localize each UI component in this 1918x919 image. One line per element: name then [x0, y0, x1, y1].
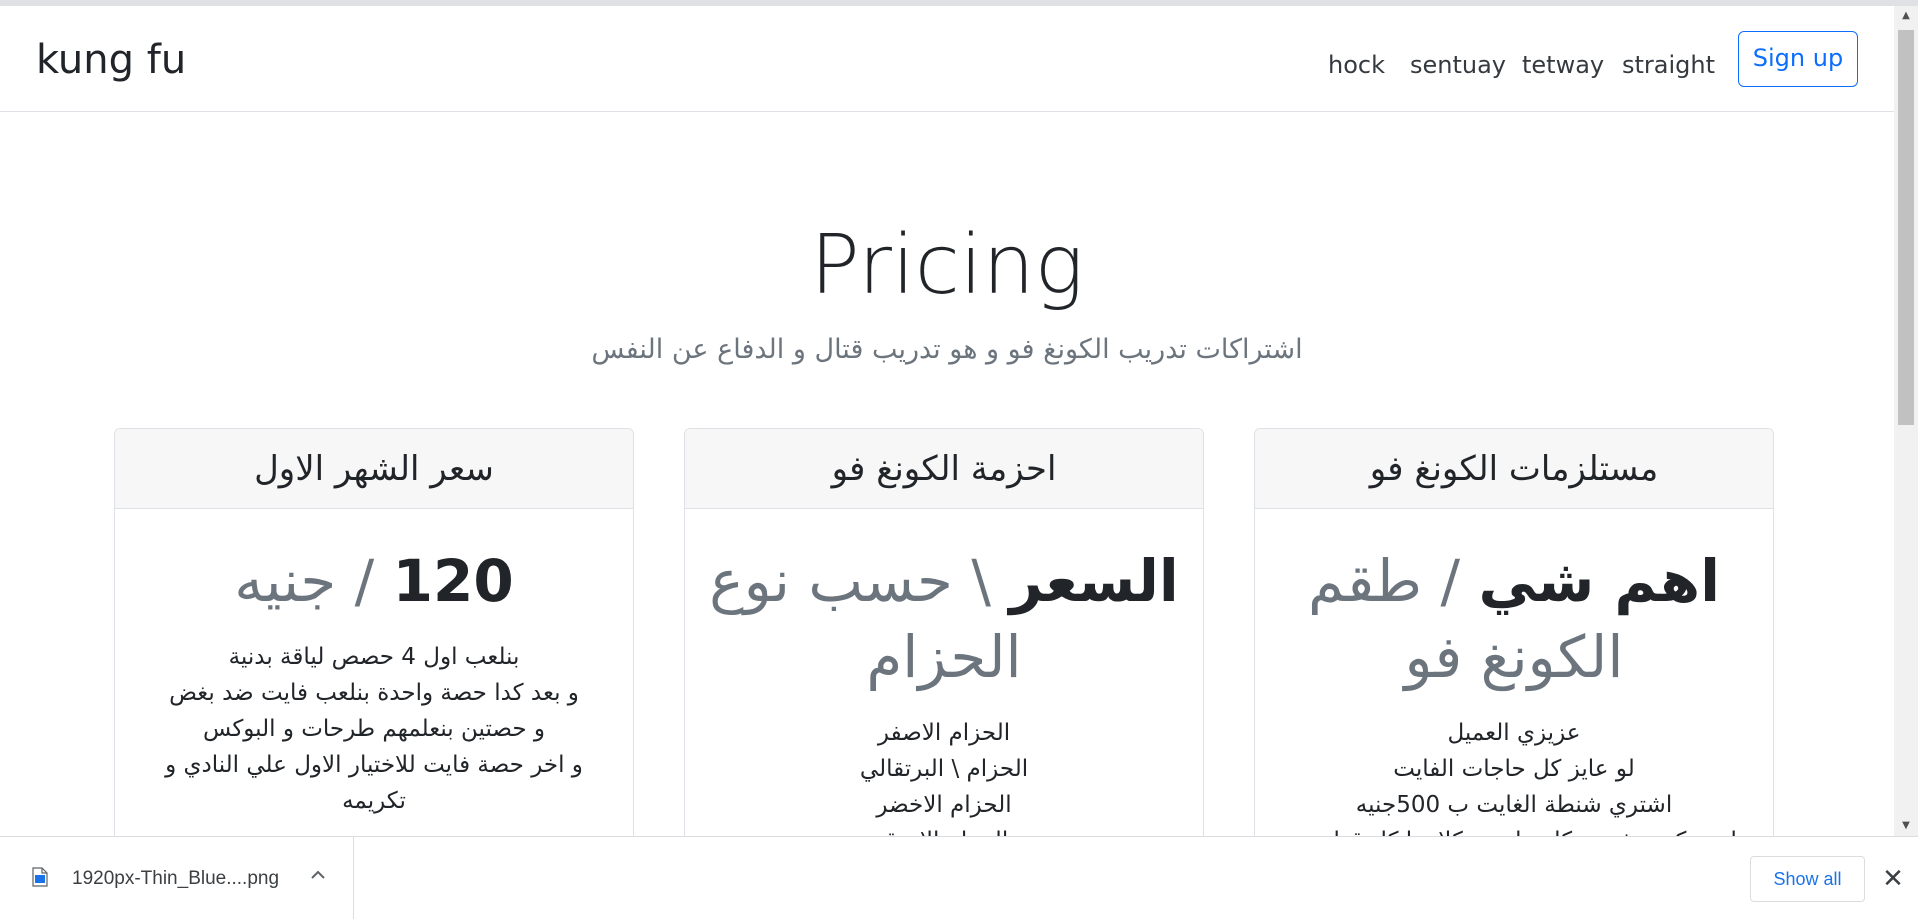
list-item: و اخر حصة فايت للاختيار الاول علي النادي…	[165, 752, 583, 814]
show-all-button[interactable]: Show all	[1750, 856, 1865, 902]
list-item: الحزام \ البرتقالي	[859, 756, 1029, 782]
pricing-card-gear: مستلزمات الكونغ فو اهم شي / طقم الكونغ ف…	[1254, 428, 1774, 836]
card-price-strong: اهم شي	[1478, 547, 1721, 615]
scroll-down-arrow-icon[interactable]: ▼	[1894, 816, 1918, 836]
page-subtitle: اشتراكات تدريب الكونغ فو و هو تدريب قتال…	[591, 334, 1303, 365]
card-price-title: اهم شي / طقم الكونغ فو	[1255, 543, 1773, 695]
page-viewport: kung fu hock sentuay tetway straight Sig…	[0, 6, 1894, 836]
list-item: الحزام الاخضر	[876, 792, 1012, 818]
signup-button[interactable]: Sign up	[1738, 31, 1858, 87]
brand-logo[interactable]: kung fu	[36, 36, 186, 84]
card-feature-list: بنلعب اول 4 حصص لياقة بدنية و بعد كدا حص…	[115, 639, 633, 819]
card-header: احزمة الكونغ فو	[685, 429, 1203, 509]
card-feature-list: الحزام الاصفر الحزام \ البرتقالي الحزام …	[685, 715, 1203, 836]
list-item: عزيزي العميل	[1447, 720, 1581, 746]
list-item: الحزام الاصفر	[877, 720, 1011, 746]
list-item: و حصتين بنعلمهم طرحات و البوكس	[203, 716, 545, 742]
navbar: kung fu hock sentuay tetway straight Sig…	[0, 6, 1894, 112]
nav-link-tetway[interactable]: tetway	[1522, 50, 1604, 80]
card-header: مستلزمات الكونغ فو	[1255, 429, 1773, 509]
file-image-icon	[32, 867, 48, 887]
card-price-title: السعر \ حسب نوع الحزام	[685, 543, 1203, 695]
pricing-card-first-month: سعر الشهر الاول 120 / جنيه بنلعب اول 4 ح…	[114, 428, 634, 836]
chevron-up-icon[interactable]	[308, 865, 328, 885]
card-price-muted: / جنيه	[234, 547, 393, 615]
list-item: ليس كده تشتري كل حاجة و كلاهما كل قطعة و	[1285, 823, 1743, 836]
download-shelf: 1920px-Thin_Blue....png Show all ✕	[0, 836, 1918, 919]
list-item: بنلعب اول 4 حصص لياقة بدنية	[228, 644, 520, 670]
list-item: لو عايز كل حاجات الفايت	[1393, 756, 1635, 782]
card-price-muted: \ حسب نوع الحزام	[709, 547, 1022, 691]
page-title: Pricing	[810, 218, 1084, 313]
nav-link-hock[interactable]: hock	[1328, 50, 1385, 80]
list-item: الحزام الازرق	[715, 823, 1173, 836]
list-item: و بعد كدا حصة واحدة بنلعب فايت ضد بغض	[169, 680, 579, 706]
list-item: اشتري شنطة الغايت ب 500جنيه	[1355, 792, 1673, 818]
card-price-strong: السعر	[1009, 547, 1179, 615]
nav-link-sentuay[interactable]: sentuay	[1410, 50, 1506, 80]
close-icon[interactable]: ✕	[1880, 863, 1906, 893]
download-item[interactable]: 1920px-Thin_Blue....png	[0, 837, 354, 919]
vertical-scrollbar[interactable]: ▲ ▼	[1894, 6, 1918, 836]
card-price-strong: 120	[392, 547, 514, 615]
card-feature-list: عزيزي العميل لو عايز كل حاجات الفايت اشت…	[1255, 715, 1773, 836]
pricing-card-belts: احزمة الكونغ فو السعر \ حسب نوع الحزام ا…	[684, 428, 1204, 836]
scrollbar-thumb[interactable]	[1898, 30, 1914, 425]
nav-link-straight[interactable]: straight	[1622, 50, 1715, 80]
scroll-up-arrow-icon[interactable]: ▲	[1894, 6, 1918, 26]
download-file-name: 1920px-Thin_Blue....png	[72, 868, 280, 889]
card-price-title: 120 / جنيه	[115, 543, 633, 619]
card-header: سعر الشهر الاول	[115, 429, 633, 509]
